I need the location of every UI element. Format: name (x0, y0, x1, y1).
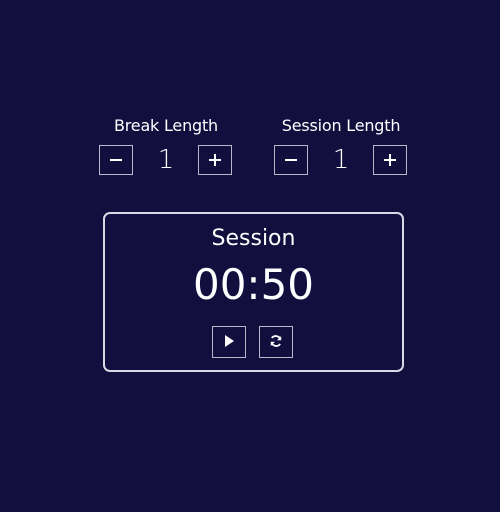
play-icon (222, 333, 236, 352)
minus-icon (109, 153, 123, 167)
plus-icon (208, 153, 222, 167)
timer-label: Session (211, 226, 296, 251)
plus-icon (383, 153, 397, 167)
reset-button[interactable] (259, 326, 293, 358)
break-increment-button[interactable] (198, 145, 232, 175)
break-length-label: Break Length (114, 116, 218, 135)
session-decrement-button[interactable] (274, 145, 308, 175)
timer-display: 00:50 (192, 260, 315, 309)
refresh-icon (269, 333, 283, 352)
timer-panel: Session 00:50 (103, 212, 404, 372)
session-length-label: Session Length (281, 116, 401, 135)
session-increment-button[interactable] (373, 145, 407, 175)
break-decrement-button[interactable] (99, 145, 133, 175)
play-button[interactable] (212, 326, 246, 358)
break-length-value: 1 (157, 145, 175, 175)
session-length-value: 1 (332, 145, 350, 175)
minus-icon (284, 153, 298, 167)
